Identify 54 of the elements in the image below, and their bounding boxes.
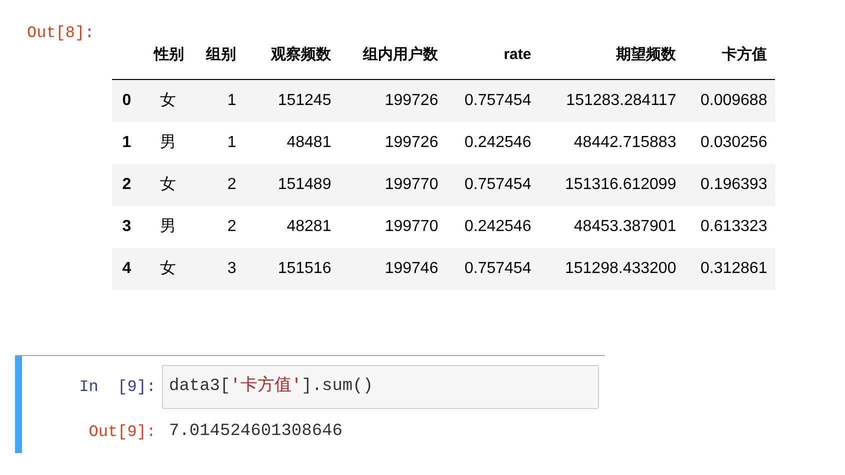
table-cell-text: 199770 xyxy=(384,217,438,237)
table-cell-text: 151283.284117 xyxy=(566,91,676,111)
column-header: 组内用户数 xyxy=(363,45,438,65)
table-cell-text: 48453.387901 xyxy=(574,217,676,237)
code-cell[interactable]: In [9]: data3['卡方值'].sum() Out[9]: 7.014524601308646 xyxy=(15,355,605,453)
table-cell-text: 151298.433200 xyxy=(564,259,676,279)
table-cell-text: 151516 xyxy=(278,259,332,279)
table-cell-text: 199746 xyxy=(384,259,438,279)
code-editor[interactable]: data3['卡方值'].sum() xyxy=(162,365,599,409)
table-cell-text: 48481 xyxy=(286,133,332,153)
table-cell-text: 0.242546 xyxy=(464,133,532,153)
row-index: 3 xyxy=(122,217,132,237)
row-index: 1 xyxy=(122,133,132,153)
table-cell-text: 3 xyxy=(227,259,236,279)
table-cell-text: 48281 xyxy=(286,217,332,237)
column-header: 观察频数 xyxy=(271,45,332,65)
table-cell-text: 199770 xyxy=(384,175,438,195)
table-cell-text: 0.030256 xyxy=(700,133,768,153)
table-cell-text: 1 xyxy=(227,133,236,153)
table-cell-text: 48442.715883 xyxy=(574,133,676,153)
table-cell-text: 0.312861 xyxy=(700,259,768,279)
output-text: 7.014524601308646 xyxy=(168,421,342,443)
code-line: data3['卡方值'].sum() xyxy=(169,374,374,398)
table-cell-text: 0.196393 xyxy=(700,175,768,195)
table-cell-text: 女 xyxy=(160,91,176,111)
table-cell-text: 0.757454 xyxy=(464,259,532,279)
row-index: 4 xyxy=(122,259,132,279)
table-cell-text: 151245 xyxy=(278,91,332,111)
table-cell-text: 0.009688 xyxy=(700,91,768,111)
table-cell-text: 0.757454 xyxy=(464,175,532,195)
row-index: 0 xyxy=(122,91,132,111)
table-cell-text: 0.757454 xyxy=(464,91,532,111)
table-cell-text: 151316.612099 xyxy=(564,175,676,195)
column-header: 性别 xyxy=(154,45,184,65)
column-header: rate xyxy=(504,45,532,65)
table-cell-text: 0.613323 xyxy=(700,217,768,237)
column-header: 期望频数 xyxy=(616,45,676,65)
table-cell-text: 151489 xyxy=(278,175,332,195)
input-prompt: In [9]: xyxy=(78,377,157,398)
column-header: 组别 xyxy=(206,45,236,65)
table-cell-text: 1 xyxy=(227,91,236,111)
table-cell-text: 0.242546 xyxy=(464,217,532,237)
table-cell-text: 199726 xyxy=(384,91,438,111)
output-prompt: Out[9]: xyxy=(88,422,157,443)
output-prompt: Out[8]: xyxy=(27,23,94,44)
table-cell-text: 2 xyxy=(227,217,236,237)
column-header: 卡方值 xyxy=(722,45,768,65)
table-cell-text: 199726 xyxy=(384,133,438,153)
table-cell-text: 男 xyxy=(160,217,176,237)
table-cell-text: 女 xyxy=(160,175,176,195)
table-cell-text: 女 xyxy=(160,259,176,279)
table-cell-text: 男 xyxy=(160,133,176,153)
table-cell-text: 2 xyxy=(227,175,236,195)
row-index: 2 xyxy=(122,175,132,195)
